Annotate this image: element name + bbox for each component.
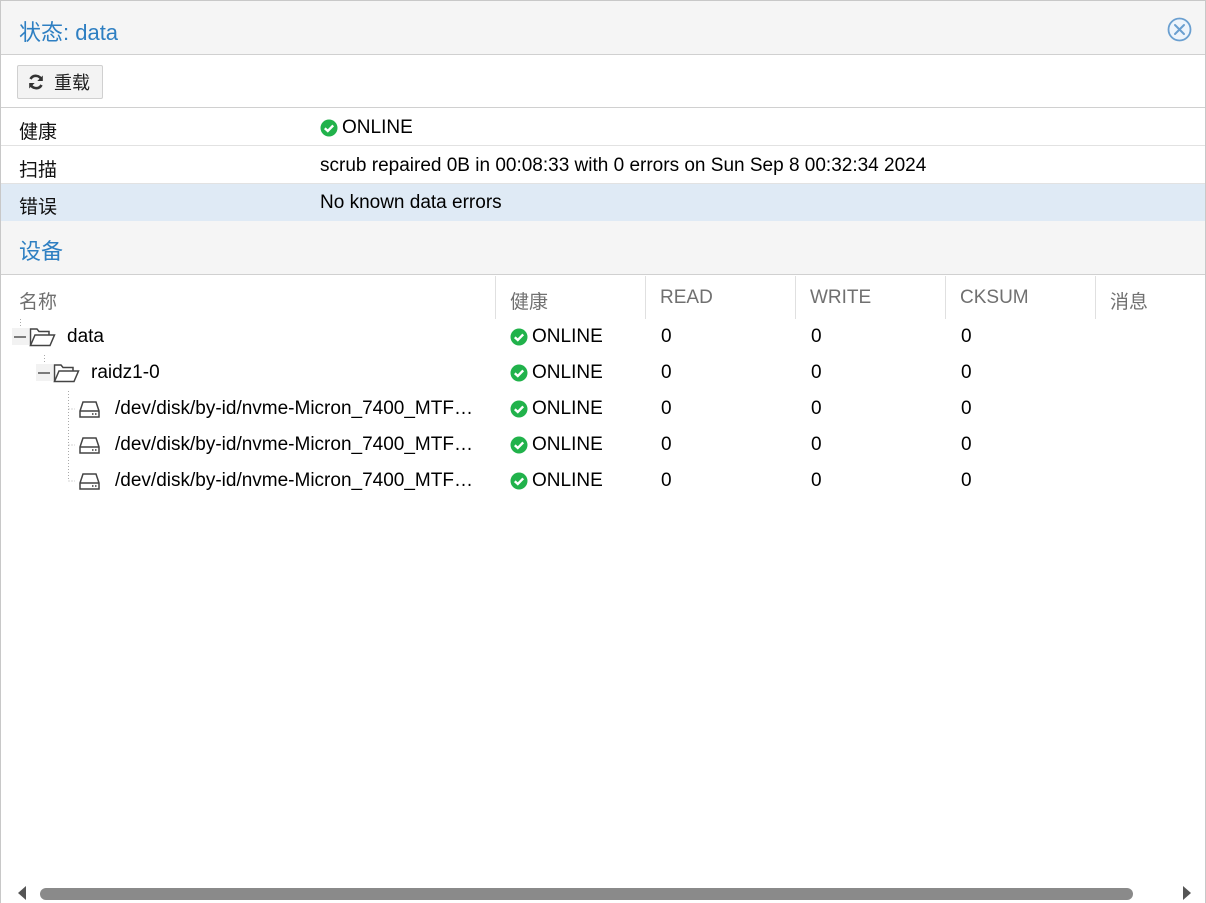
column-header-health[interactable]: 健康 — [510, 276, 548, 319]
tree-row-disk[interactable]: /dev/disk/by-id/nvme-Micron_7400_MTF… ON… — [1, 427, 1205, 463]
status-key: 错误 — [19, 197, 58, 218]
devices-section-header: 设备 — [1, 221, 1205, 275]
device-health: ONLINE — [510, 326, 603, 348]
check-circle-icon — [510, 328, 528, 346]
device-health: ONLINE — [510, 362, 603, 384]
status-value: scrub repaired 0B in 00:08:33 with 0 err… — [320, 155, 927, 176]
hdd-icon — [79, 401, 100, 418]
device-read: 0 — [661, 326, 672, 347]
title-bar: 状态: data — [1, 1, 1205, 55]
column-header-write[interactable]: WRITE — [810, 276, 871, 319]
device-cksum: 0 — [961, 470, 972, 491]
tree-row-pool[interactable]: data ONLINE 0 0 0 — [1, 319, 1205, 355]
tree-row-vdev[interactable]: raidz1-0 ONLINE 0 0 0 — [1, 355, 1205, 391]
folder-open-icon — [29, 328, 56, 347]
hdd-icon — [79, 473, 100, 490]
zfs-status-window: 状态: data 重载 健康 ONLINE 扫描 scrub repaired … — [0, 0, 1206, 903]
close-icon[interactable] — [1167, 17, 1192, 42]
tree-row-disk[interactable]: /dev/disk/by-id/nvme-Micron_7400_MTF… ON… — [1, 463, 1205, 499]
device-cksum: 0 — [961, 434, 972, 455]
device-cksum: 0 — [961, 326, 972, 347]
device-write: 0 — [811, 434, 822, 455]
check-circle-icon — [320, 119, 338, 137]
device-write: 0 — [811, 398, 822, 419]
devices-grid-header: 名称 健康 READ WRITE CKSUM 消息 — [1, 276, 1205, 319]
status-value: No known data errors — [320, 192, 502, 213]
check-circle-icon — [510, 472, 528, 490]
status-value-text: ONLINE — [342, 117, 413, 138]
hdd-icon — [79, 437, 100, 454]
device-health: ONLINE — [510, 434, 603, 456]
device-write: 0 — [811, 326, 822, 347]
device-write: 0 — [811, 470, 822, 491]
column-header-name[interactable]: 名称 — [19, 276, 57, 319]
device-health-text: ONLINE — [532, 434, 603, 455]
reload-button[interactable]: 重载 — [17, 65, 103, 99]
device-cksum: 0 — [961, 398, 972, 419]
check-circle-icon — [510, 400, 528, 418]
check-circle-icon — [510, 436, 528, 454]
folder-open-icon — [53, 364, 80, 383]
device-read: 0 — [661, 362, 672, 383]
refresh-icon — [29, 74, 43, 90]
device-health: ONLINE — [510, 398, 603, 420]
reload-label: 重载 — [54, 73, 90, 93]
scrollbar-thumb[interactable] — [40, 888, 1133, 900]
status-row-health[interactable]: 健康 ONLINE — [1, 109, 1205, 146]
device-name: data — [67, 326, 104, 347]
status-key: 健康 — [19, 122, 58, 143]
toolbar: 重载 — [1, 56, 1205, 108]
device-health-text: ONLINE — [532, 326, 603, 347]
horizontal-scrollbar[interactable] — [1, 881, 1205, 903]
status-value: ONLINE — [320, 117, 413, 139]
device-name: raidz1-0 — [91, 362, 160, 383]
device-write: 0 — [811, 362, 822, 383]
device-health-text: ONLINE — [532, 398, 603, 419]
device-read: 0 — [661, 470, 672, 491]
status-row-errors[interactable]: 错误 No known data errors — [1, 184, 1205, 221]
column-header-read[interactable]: READ — [660, 276, 713, 319]
device-cksum: 0 — [961, 362, 972, 383]
device-name: /dev/disk/by-id/nvme-Micron_7400_MTF… — [115, 398, 473, 419]
scroll-right-arrow-icon[interactable] — [1183, 886, 1191, 900]
status-row-scan[interactable]: 扫描 scrub repaired 0B in 00:08:33 with 0 … — [1, 147, 1205, 184]
devices-title: 设备 — [19, 239, 64, 264]
tree-row-disk[interactable]: /dev/disk/by-id/nvme-Micron_7400_MTF… ON… — [1, 391, 1205, 427]
device-read: 0 — [661, 398, 672, 419]
window-title: 状态: data — [19, 20, 119, 45]
device-read: 0 — [661, 434, 672, 455]
check-circle-icon — [510, 364, 528, 382]
device-name: /dev/disk/by-id/nvme-Micron_7400_MTF… — [115, 434, 473, 455]
column-header-message[interactable]: 消息 — [1110, 276, 1148, 319]
device-health-text: ONLINE — [532, 362, 603, 383]
device-health-text: ONLINE — [532, 470, 603, 491]
device-health: ONLINE — [510, 470, 603, 492]
status-key: 扫描 — [19, 160, 58, 181]
column-header-cksum[interactable]: CKSUM — [960, 276, 1029, 319]
device-name: /dev/disk/by-id/nvme-Micron_7400_MTF… — [115, 470, 473, 491]
scroll-left-arrow-icon[interactable] — [18, 886, 26, 900]
